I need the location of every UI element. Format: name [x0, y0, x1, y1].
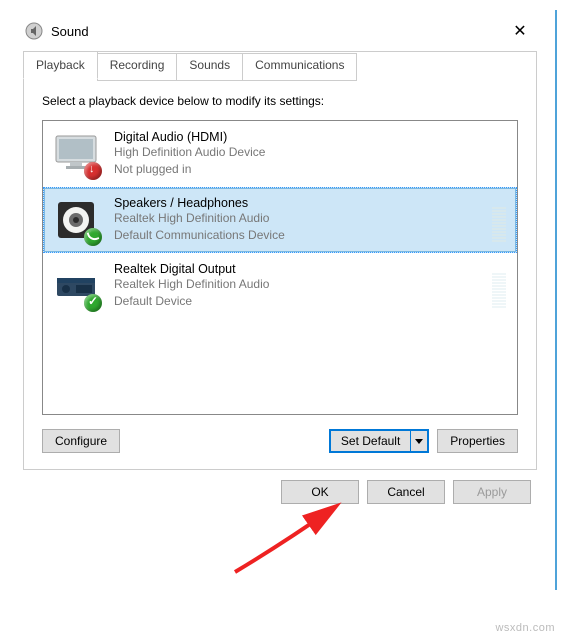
sound-icon [25, 22, 43, 40]
tab-strip: Playback Recording Sounds Communications [23, 51, 536, 79]
speaker-icon [52, 196, 100, 244]
watermark: wsxdn.com [495, 622, 555, 634]
device-driver: High Definition Audio Device [114, 144, 506, 161]
level-meter [492, 198, 506, 242]
device-item-speakers[interactable]: Speakers / Headphones Realtek High Defin… [43, 187, 517, 253]
window-edge-highlight [555, 10, 557, 590]
device-item-digital-output[interactable]: Realtek Digital Output Realtek High Defi… [43, 253, 517, 319]
close-button[interactable]: ✕ [505, 21, 535, 41]
digital-out-icon [52, 262, 100, 310]
annotation-arrow [225, 502, 355, 582]
device-name: Realtek Digital Output [114, 262, 486, 276]
apply-button: Apply [453, 480, 531, 504]
device-status: Default Device [114, 293, 486, 310]
ok-button[interactable]: OK [281, 480, 359, 504]
set-default-label: Set Default [331, 431, 410, 451]
monitor-icon [52, 130, 100, 178]
set-default-dropdown[interactable] [410, 431, 427, 451]
chevron-down-icon [415, 437, 423, 445]
device-status: Default Communications Device [114, 227, 486, 244]
set-default-button[interactable]: Set Default [329, 429, 429, 453]
device-name: Speakers / Headphones [114, 196, 486, 210]
configure-button[interactable]: Configure [42, 429, 120, 453]
cancel-button[interactable]: Cancel [367, 480, 445, 504]
device-driver: Realtek High Definition Audio [114, 276, 486, 293]
device-driver: Realtek High Definition Audio [114, 210, 486, 227]
phone-badge [84, 228, 102, 246]
device-status: Not plugged in [114, 161, 506, 178]
prompt-text: Select a playback device below to modify… [42, 94, 518, 108]
level-meter [492, 264, 506, 308]
properties-button[interactable]: Properties [437, 429, 518, 453]
tab-playback[interactable]: Playback [23, 51, 98, 79]
check-badge [84, 294, 102, 312]
window-title: Sound [51, 24, 505, 39]
down-arrow-badge [84, 162, 102, 180]
device-list[interactable]: Digital Audio (HDMI) High Definition Aud… [42, 120, 518, 415]
tab-recording[interactable]: Recording [97, 53, 178, 81]
tab-communications[interactable]: Communications [242, 53, 357, 81]
tab-sounds[interactable]: Sounds [176, 53, 243, 81]
titlebar: Sound ✕ [15, 15, 545, 51]
device-item-hdmi[interactable]: Digital Audio (HDMI) High Definition Aud… [43, 121, 517, 187]
sound-dialog: Sound ✕ Playback Recording Sounds Commun… [15, 15, 545, 508]
device-name: Digital Audio (HDMI) [114, 130, 506, 144]
